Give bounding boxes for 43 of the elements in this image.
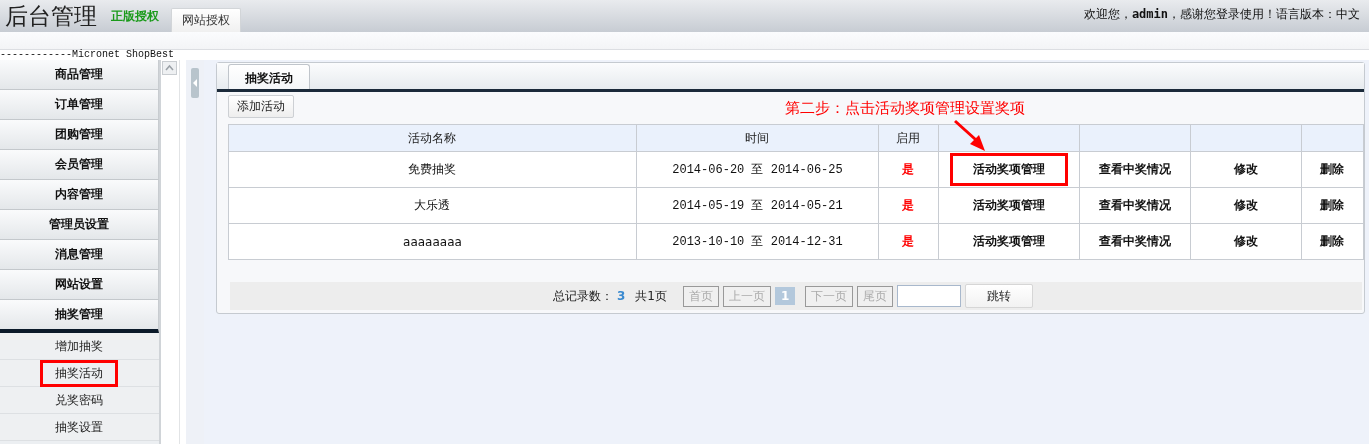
sidebar-group[interactable]: 订单管理 xyxy=(0,90,159,120)
sidebar-item[interactable]: 兑奖密码 xyxy=(40,386,119,414)
action-link[interactable]: 活动奖项管理 xyxy=(950,153,1068,186)
column-header: 活动名称 xyxy=(228,124,637,152)
go-button[interactable]: 跳转 xyxy=(965,284,1034,308)
sidebar-group[interactable]: 抽奖管理 xyxy=(0,300,159,333)
collapse-handle-icon[interactable] xyxy=(191,68,200,98)
license-button[interactable]: 网站授权 xyxy=(171,8,241,32)
sidebar-group[interactable]: 消息管理 xyxy=(0,240,159,270)
scroll-up-icon[interactable] xyxy=(162,61,178,75)
table-cell: aaaaaaaa xyxy=(228,223,637,260)
page-count: 共1页 xyxy=(635,287,667,305)
scrollbar[interactable] xyxy=(160,60,181,444)
table-cell: 是 xyxy=(878,187,939,224)
sidebar-group[interactable]: 会员管理 xyxy=(0,150,159,180)
table-cell: 大乐透 xyxy=(228,187,637,224)
app-title: 后台管理 xyxy=(5,2,97,31)
table-cell: 2013-10-10 至 2014-12-31 xyxy=(636,223,879,260)
page-input[interactable] xyxy=(897,285,962,307)
sidebar-group[interactable]: 网站设置 xyxy=(0,270,159,300)
annotation-arrow xyxy=(952,120,986,152)
sidebar-item[interactable]: 增加抽奖 xyxy=(40,332,119,360)
column-header: 时间 xyxy=(636,124,879,152)
sidebar-item[interactable]: 抽奖设置 xyxy=(40,413,119,441)
annotation-text: 第二步：点击活动奖项管理设置奖项 xyxy=(785,98,1025,118)
total-label: 总记录数： xyxy=(553,287,613,305)
table-cell: 是 xyxy=(878,151,939,188)
welcome-text: 欢迎您，admin，感谢您登录使用！语言版本：中文 xyxy=(1083,6,1360,23)
sidebar-item[interactable]: 抽奖活动 xyxy=(40,359,119,387)
sidebar-group[interactable]: 管理员设置 xyxy=(0,210,159,240)
brand-text: ------------Micronet ShopBest xyxy=(0,50,176,60)
license-label: 正版授权 xyxy=(111,8,159,25)
table-cell: 2014-06-20 至 2014-06-25 xyxy=(636,151,879,188)
column-header: 启用 xyxy=(878,124,939,152)
sidebar-group[interactable]: 商品管理 xyxy=(0,60,159,90)
sidebar-group[interactable]: 团购管理 xyxy=(0,120,159,150)
table-cell: 免费抽奖 xyxy=(228,151,637,188)
tab[interactable]: 抽奖活动 xyxy=(228,64,310,89)
sidebar-group[interactable]: 内容管理 xyxy=(0,180,159,210)
total-count: 3 xyxy=(617,289,626,303)
table-cell: 2014-05-19 至 2014-05-21 xyxy=(636,187,879,224)
table-cell: 是 xyxy=(878,223,939,260)
add-button[interactable]: 添加活动 xyxy=(228,94,294,118)
